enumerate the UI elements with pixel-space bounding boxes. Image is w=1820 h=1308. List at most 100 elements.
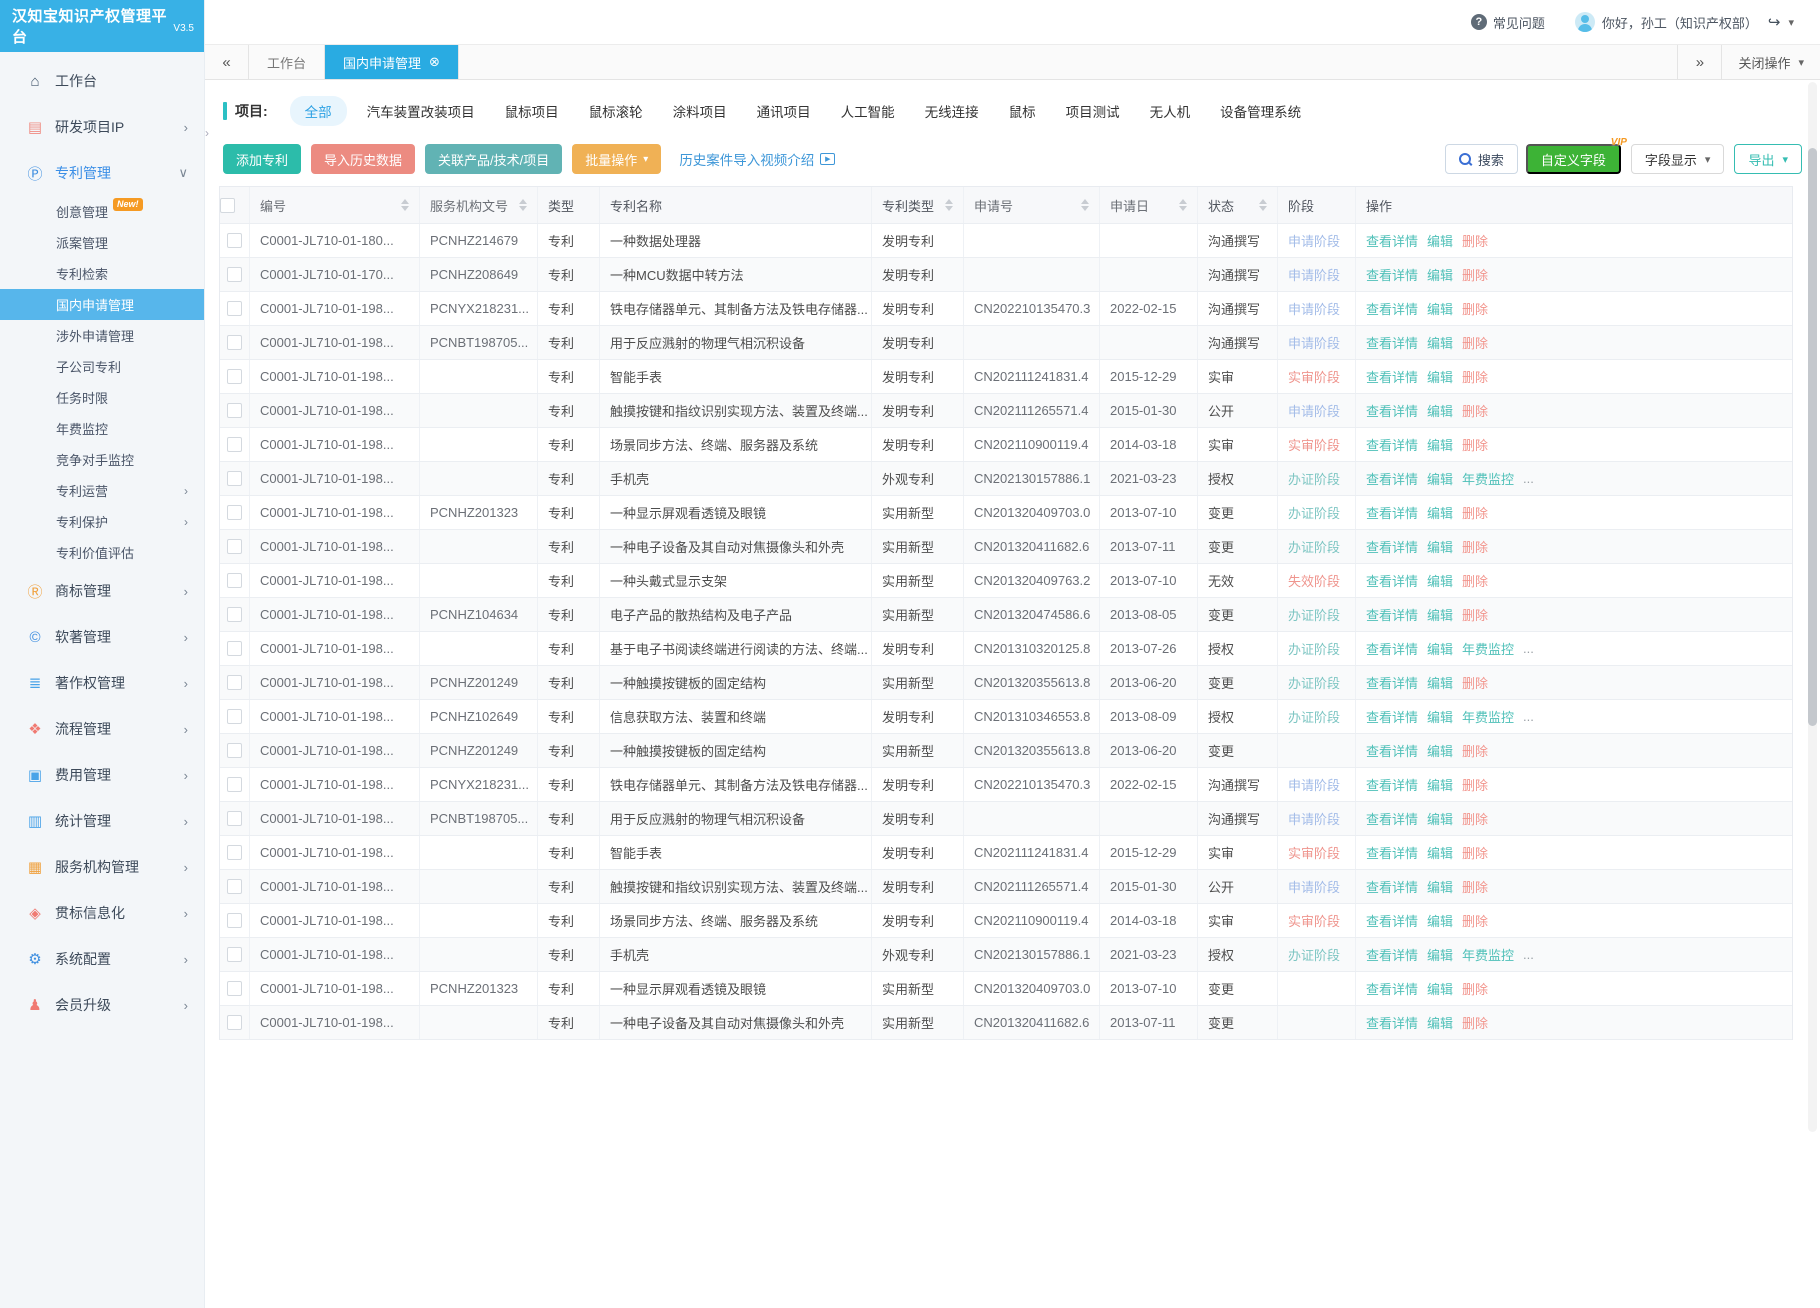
action-link[interactable]: 删除 bbox=[1462, 435, 1488, 454]
action-link[interactable]: 删除 bbox=[1462, 537, 1488, 556]
column-header[interactable]: 申请号 bbox=[964, 187, 1100, 223]
action-link[interactable]: 编辑 bbox=[1427, 843, 1453, 862]
action-link[interactable]: 编辑 bbox=[1427, 299, 1453, 318]
action-link[interactable]: 编辑 bbox=[1427, 333, 1453, 352]
action-link[interactable]: 查看详情 bbox=[1366, 741, 1418, 760]
action-link[interactable]: 查看详情 bbox=[1366, 639, 1418, 658]
row-checkbox[interactable] bbox=[227, 369, 242, 384]
relate-product-button[interactable]: 关联产品/技术/项目 bbox=[425, 144, 562, 174]
tab-close-icon[interactable]: ⊗ bbox=[429, 54, 440, 70]
sidebar-subitem[interactable]: 年费监控 bbox=[0, 413, 204, 444]
row-checkbox[interactable] bbox=[227, 335, 242, 350]
close-operations-dropdown[interactable]: 关闭操作 ▾ bbox=[1721, 45, 1820, 79]
sidebar-subitem[interactable]: 专利运营 › bbox=[0, 475, 204, 506]
select-all-checkbox[interactable] bbox=[220, 198, 235, 213]
action-link[interactable]: ... bbox=[1523, 471, 1534, 486]
column-header[interactable]: 服务机构文号 bbox=[420, 187, 538, 223]
sort-icon[interactable] bbox=[519, 199, 527, 211]
action-link[interactable]: 查看详情 bbox=[1366, 979, 1418, 998]
action-link[interactable]: 年费监控 bbox=[1462, 639, 1514, 658]
action-link[interactable]: ... bbox=[1523, 709, 1534, 724]
action-link[interactable]: 查看详情 bbox=[1366, 877, 1418, 896]
row-checkbox[interactable] bbox=[227, 1015, 242, 1030]
action-link[interactable]: 删除 bbox=[1462, 673, 1488, 692]
user-caret-icon[interactable]: ▾ bbox=[1788, 16, 1794, 29]
action-link[interactable]: 查看详情 bbox=[1366, 333, 1418, 352]
action-link[interactable]: 编辑 bbox=[1427, 809, 1453, 828]
action-link[interactable]: ... bbox=[1523, 947, 1534, 962]
project-filter-option[interactable]: 设备管理系统 bbox=[1220, 101, 1301, 121]
add-patent-button[interactable]: 添加专利 bbox=[223, 144, 301, 174]
sidebar-item[interactable]: ▥ 统计管理 › bbox=[0, 798, 204, 844]
sidebar-subitem[interactable]: 涉外申请管理 bbox=[0, 320, 204, 351]
action-link[interactable]: 查看详情 bbox=[1366, 367, 1418, 386]
action-link[interactable]: 查看详情 bbox=[1366, 469, 1418, 488]
project-filter-option[interactable]: 汽车装置改装项目 bbox=[367, 101, 475, 121]
project-filter-option[interactable]: 无线连接 bbox=[925, 101, 979, 121]
scrollbar-thumb[interactable] bbox=[1808, 148, 1817, 726]
sidebar-item[interactable]: ▤ 研发项目IP › bbox=[0, 104, 204, 150]
row-checkbox[interactable] bbox=[227, 403, 242, 418]
action-link[interactable]: 查看详情 bbox=[1366, 945, 1418, 964]
action-link[interactable]: 编辑 bbox=[1427, 537, 1453, 556]
sidebar-subitem[interactable]: 专利价值评估 bbox=[0, 537, 204, 568]
project-filter-option[interactable]: 通讯项目 bbox=[757, 101, 811, 121]
batch-operation-dropdown[interactable]: 批量操作 ▾ bbox=[572, 144, 661, 174]
row-checkbox[interactable] bbox=[227, 709, 242, 724]
action-link[interactable]: 删除 bbox=[1462, 367, 1488, 386]
logout-icon[interactable]: ↪ bbox=[1768, 13, 1781, 31]
action-link[interactable]: 编辑 bbox=[1427, 911, 1453, 930]
action-link[interactable]: 编辑 bbox=[1427, 231, 1453, 250]
sort-icon[interactable] bbox=[945, 199, 953, 211]
sidebar-item[interactable]: ⚙ 系统配置 › bbox=[0, 936, 204, 982]
row-checkbox[interactable] bbox=[227, 777, 242, 792]
row-checkbox[interactable] bbox=[227, 947, 242, 962]
sidebar-subitem[interactable]: 专利检索 bbox=[0, 258, 204, 289]
sort-icon[interactable] bbox=[1081, 199, 1089, 211]
row-checkbox[interactable] bbox=[227, 437, 242, 452]
action-link[interactable]: 删除 bbox=[1462, 843, 1488, 862]
action-link[interactable]: 编辑 bbox=[1427, 435, 1453, 454]
action-link[interactable]: 查看详情 bbox=[1366, 537, 1418, 556]
panel-collapse-handle[interactable]: › bbox=[205, 126, 209, 140]
sidebar-item[interactable]: ❖ 流程管理 › bbox=[0, 706, 204, 752]
action-link[interactable]: 编辑 bbox=[1427, 503, 1453, 522]
row-checkbox[interactable] bbox=[227, 641, 242, 656]
action-link[interactable]: 删除 bbox=[1462, 265, 1488, 284]
action-link[interactable]: 删除 bbox=[1462, 877, 1488, 896]
row-checkbox[interactable] bbox=[227, 301, 242, 316]
user-menu[interactable]: 你好，孙工（知识产权部） ↪ ▾ bbox=[1575, 12, 1794, 32]
action-link[interactable]: 删除 bbox=[1462, 299, 1488, 318]
history-video-link[interactable]: 历史案件导入视频介绍 ▶ bbox=[679, 149, 835, 169]
action-link[interactable]: 查看详情 bbox=[1366, 265, 1418, 284]
action-link[interactable]: 删除 bbox=[1462, 605, 1488, 624]
action-link[interactable]: 编辑 bbox=[1427, 945, 1453, 964]
action-link[interactable]: 编辑 bbox=[1427, 401, 1453, 420]
faq-link[interactable]: ? 常见问题 bbox=[1471, 13, 1545, 32]
action-link[interactable]: 编辑 bbox=[1427, 639, 1453, 658]
export-dropdown[interactable]: 导出 ▾ bbox=[1734, 144, 1802, 174]
action-link[interactable]: 编辑 bbox=[1427, 265, 1453, 284]
action-link[interactable]: 编辑 bbox=[1427, 1013, 1453, 1032]
action-link[interactable]: 编辑 bbox=[1427, 367, 1453, 386]
action-link[interactable]: 编辑 bbox=[1427, 707, 1453, 726]
action-link[interactable]: 删除 bbox=[1462, 503, 1488, 522]
action-link[interactable]: 删除 bbox=[1462, 571, 1488, 590]
sidebar-item[interactable]: ▣ 费用管理 › bbox=[0, 752, 204, 798]
project-filter-option[interactable]: 涂料项目 bbox=[673, 101, 727, 121]
action-link[interactable]: 查看详情 bbox=[1366, 911, 1418, 930]
sidebar-item[interactable]: © 软著管理 › bbox=[0, 614, 204, 660]
row-checkbox[interactable] bbox=[227, 675, 242, 690]
row-checkbox[interactable] bbox=[227, 981, 242, 996]
action-link[interactable]: 查看详情 bbox=[1366, 1013, 1418, 1032]
sort-icon[interactable] bbox=[1259, 199, 1267, 211]
action-link[interactable]: 查看详情 bbox=[1366, 231, 1418, 250]
action-link[interactable]: 删除 bbox=[1462, 401, 1488, 420]
sidebar-subitem[interactable]: 创意管理New! bbox=[0, 196, 204, 227]
row-checkbox[interactable] bbox=[227, 233, 242, 248]
tabs-scroll-left-icon[interactable]: « bbox=[205, 45, 249, 79]
row-checkbox[interactable] bbox=[227, 811, 242, 826]
sidebar-item[interactable]: ⌂ 工作台 bbox=[0, 58, 204, 104]
action-link[interactable]: 删除 bbox=[1462, 231, 1488, 250]
action-link[interactable]: 编辑 bbox=[1427, 877, 1453, 896]
